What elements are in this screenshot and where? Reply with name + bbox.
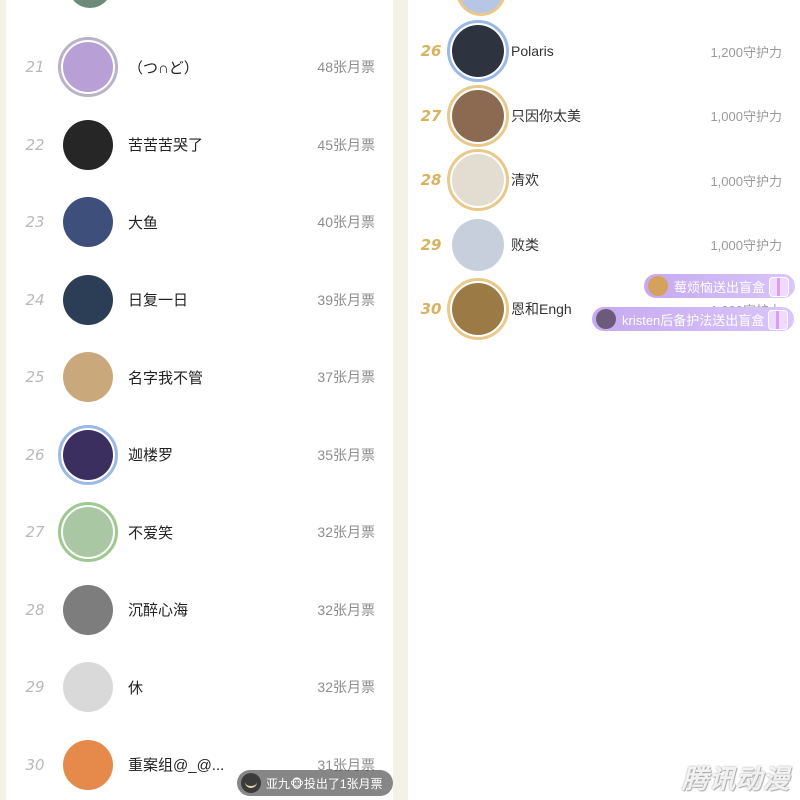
rank-number: 24 [25,290,45,309]
gift-toast[interactable]: kristen后备护法送出盲盒 [592,307,795,331]
list-item[interactable]: 29 休 32张月票 [6,648,393,726]
guardian-power: 1,000守护力 [710,173,782,189]
ticket-count: 48张月票 [317,59,375,75]
gift-box-icon [768,310,789,330]
list-item[interactable]: 28 沉醉心海 32张月票 [6,571,393,649]
avatar[interactable] [452,218,504,271]
avatar[interactable] [63,662,113,712]
rank-number: 29 [25,678,45,696]
avatar[interactable] [63,119,113,170]
vote-notification-text: 亚九🐵投出了1张月票 [266,776,383,791]
user-name[interactable]: Polaris [511,43,554,59]
guardian-power: 1,000守护力 [710,238,782,253]
rank-number: 27 [25,523,45,541]
rank-number: 25 [25,368,45,386]
avatar[interactable] [63,507,113,557]
ticket-count: 32张月票 [317,601,375,618]
guardian-power: 1,200守护力 [710,44,782,60]
ticket-count: 32张月票 [317,524,375,540]
avatar[interactable] [452,25,504,77]
rank-number: 22 [25,135,45,154]
rank-number: 30 [25,755,45,774]
rank-number: 26 [420,42,442,60]
avatar[interactable] [63,197,113,247]
gift-toast-text: 莓烦恼送出盲盒 [674,279,766,295]
guardian-ranking-panel: 26 Polaris 1,200守护力 27 只因你太美 1,000守护力 28 清欢 1,00… [408,0,800,800]
rank-number: 23 [25,213,45,231]
avatar[interactable] [63,352,113,402]
avatar [241,773,261,793]
user-name[interactable]: 败类 [511,235,539,255]
user-name[interactable]: 清欢 [511,170,539,190]
user-name[interactable]: 不爱笑 [128,522,173,543]
gift-box-icon [769,277,790,297]
ticket-count: 32张月票 [317,679,375,695]
user-name[interactable]: 恩和Engh [511,299,572,319]
avatar[interactable] [63,429,113,480]
rank-number: 30 [420,300,442,318]
avatar[interactable] [63,584,113,635]
ticket-count: 37张月票 [317,369,375,385]
user-name[interactable]: 重案组@_@... [128,754,224,775]
user-name[interactable]: （つ∩ど） [128,57,199,78]
brand-watermark: 腾讯动漫 [681,764,790,794]
list-item[interactable]: 21 （つ∩ど） 48张月票 [6,28,393,106]
avatar[interactable] [63,42,113,92]
rank-number: 28 [420,171,442,189]
guardian-power: 1,000守护力 [710,109,782,124]
ticket-count: 40张月票 [317,214,375,230]
avatar[interactable] [452,283,504,335]
list-item[interactable]: 27 不爱笑 32张月票 [6,493,393,571]
gift-toast[interactable]: 莓烦恼送出盲盒 [644,274,796,298]
rank-number: 27 [420,106,442,125]
rank-number: 21 [25,58,45,76]
ticket-count: 45张月票 [317,136,375,153]
monthly-ticket-ranking-panel: 21 （つ∩ど） 48张月票 22 苦苦苦哭了 45张月票 23 大鱼 40张月票 24 日复一日 3… [6,0,393,800]
vote-notification: 亚九🐵投出了1张月票 [237,770,393,796]
ticket-count: 35张月票 [317,446,375,463]
list-item-partial-top [68,0,112,8]
user-name[interactable]: 迦楼罗 [128,444,173,465]
gift-toast-text: kristen后备护法送出盲盒 [622,312,765,328]
avatar[interactable] [452,154,504,206]
rank-number: 26 [25,445,45,464]
list-item[interactable]: 24 日复一日 39张月票 [6,261,393,339]
avatar[interactable] [63,274,113,325]
user-name[interactable]: 大鱼 [128,212,158,233]
avatar [648,276,668,296]
list-item[interactable]: 23 大鱼 40张月票 [6,183,393,261]
user-name[interactable]: 名字我不管 [128,367,203,388]
rank-number: 28 [25,600,45,619]
user-name[interactable]: 苦苦苦哭了 [128,134,203,155]
user-name[interactable]: 只因你太美 [511,106,581,126]
user-name[interactable]: 日复一日 [128,289,188,310]
list-item[interactable]: 22 苦苦苦哭了 45张月票 [6,106,393,184]
list-item[interactable]: 25 名字我不管 37张月票 [6,338,393,416]
user-name[interactable]: 沉醉心海 [128,599,188,620]
user-name[interactable]: 休 [128,677,143,698]
rank-number: 29 [420,235,442,254]
list-item[interactable]: 26 迦楼罗 35张月票 [6,416,393,494]
avatar [596,309,616,329]
ticket-count: 39张月票 [317,291,375,308]
avatar[interactable] [63,739,113,790]
avatar[interactable] [452,89,504,142]
